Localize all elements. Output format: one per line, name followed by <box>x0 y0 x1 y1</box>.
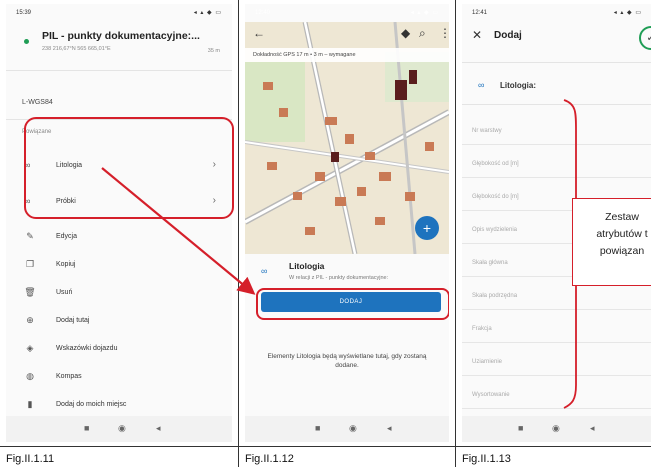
back-icon[interactable]: ◂ <box>387 423 392 434</box>
menu-item-label: Wskazówki dojazdu <box>56 345 118 352</box>
annotation-callout: Zestaw atrybutów t powiązan <box>572 198 651 286</box>
status-time: 12:40 <box>255 10 271 16</box>
status-icons: ◂ ▴ ◆ ▭ <box>410 10 439 16</box>
link-icon: ∞ <box>478 80 485 90</box>
android-nav-bar: ■ ◉ ◂ <box>245 416 449 442</box>
figure-2: ← ◆ ⌕ ⋮ 12:40 ◂ ▴ ◆ ▭ Dokładność GPS 17 … <box>238 0 455 467</box>
home-icon[interactable]: ◉ <box>118 423 126 434</box>
map-top-bar: ← ◆ ⌕ ⋮ <box>245 22 449 48</box>
divider <box>462 62 651 63</box>
trash-icon: 🗑 <box>24 287 36 297</box>
field-opis-wydzielenia[interactable]: Opis wydzielenia <box>472 227 517 233</box>
related-table-title: Litologia <box>289 261 325 271</box>
figure-caption: Fig.II.1.13 <box>456 446 651 467</box>
crs-label: L-WGS84 <box>22 99 53 106</box>
layers-icon[interactable]: ◆ <box>401 26 410 40</box>
field-underline <box>462 144 651 145</box>
callout-line-1: Zestaw <box>605 211 639 223</box>
status-time: 15:39 <box>16 10 32 16</box>
android-nav-bar: ■ ◉ ◂ <box>462 416 651 442</box>
callout-line-2: atrybutów t <box>596 228 648 240</box>
field-skala-podrzedna[interactable]: Skała podrzędna <box>472 293 517 299</box>
menu-item-moje-miejsca[interactable]: ▮ Dodaj do moich miejsc <box>6 394 232 418</box>
recents-icon[interactable]: ■ <box>315 423 320 433</box>
menu-item-kompas[interactable]: ◍ Kompas <box>6 366 232 390</box>
figure-3: 12:41 ◂ ▴ ◆ ▭ ✕ Dodaj ✓ ∞ Litologia: Nr … <box>455 0 651 467</box>
status-bar: 12:41 ◂ ▴ ◆ ▭ <box>472 8 642 22</box>
location-dot-icon <box>24 39 29 44</box>
android-nav-bar: ■ ◉ ◂ <box>6 416 232 442</box>
field-glebokosc-od[interactable]: Głębokość od [m] <box>472 161 519 167</box>
annotation-highlight-add <box>256 288 449 320</box>
back-icon[interactable]: ◂ <box>590 423 595 434</box>
bookmark-icon: ▮ <box>27 399 33 409</box>
field-uziarnienie[interactable]: Uziarnienie <box>472 359 502 365</box>
menu-item-kopiuj[interactable]: ❐ Kopiuj <box>6 254 232 278</box>
search-icon[interactable]: ⌕ <box>419 26 426 41</box>
status-bar: 12:40 ◂ ▴ ◆ ▭ <box>255 8 439 22</box>
feature-coords: 238 216,67°N 565 665,01°E <box>42 46 111 52</box>
field-underline <box>462 309 651 310</box>
home-icon[interactable]: ◉ <box>349 423 357 434</box>
link-icon: ∞ <box>261 266 268 276</box>
recents-icon[interactable]: ■ <box>518 423 523 433</box>
form-section-title: Litologia: <box>500 81 536 90</box>
directions-icon: ◈ <box>26 343 34 353</box>
confirm-check-icon[interactable]: ✓ <box>639 26 651 50</box>
feature-title: PIL - punkty dokumentacyjne:... <box>42 30 200 42</box>
menu-item-usun[interactable]: 🗑 Usuń <box>6 282 232 306</box>
phone-screen-1: 15:39 ◂ ▴ ◆ ▭ PIL - punkty dokumentacyjn… <box>6 4 232 442</box>
pencil-icon: ✎ <box>26 231 34 241</box>
field-underline <box>462 177 651 178</box>
menu-item-wskazowki[interactable]: ◈ Wskazówki dojazdu <box>6 338 232 362</box>
empty-state-text: Elementy Litologia będą wyświetlane tuta… <box>267 353 427 369</box>
close-icon[interactable]: ✕ <box>472 28 482 42</box>
divider <box>462 104 651 105</box>
menu-item-label: Dodaj tutaj <box>56 317 90 324</box>
divider <box>6 70 232 71</box>
field-nr-warstwy[interactable]: Nr warstwy <box>472 128 502 134</box>
add-circle-icon: ⊕ <box>26 315 34 325</box>
feature-distance: 35 m <box>207 48 220 54</box>
form-top-bar: ✕ Dodaj ✓ <box>462 22 651 50</box>
field-wysortowanie[interactable]: Wysortowanie <box>472 392 510 398</box>
figure-1: 15:39 ◂ ▴ ◆ ▭ PIL - punkty dokumentacyjn… <box>0 0 238 467</box>
home-icon[interactable]: ◉ <box>552 423 560 434</box>
more-vert-icon[interactable]: ⋮ <box>439 26 449 40</box>
field-underline <box>462 375 651 376</box>
menu-item-label: Dodaj do moich miejsc <box>56 401 127 408</box>
back-icon[interactable]: ◂ <box>156 423 161 434</box>
add-fab-button[interactable]: + <box>415 216 439 240</box>
field-frakcja[interactable]: Frakcja <box>472 326 492 332</box>
status-icons: ◂ ▴ ◆ ▭ <box>193 10 222 16</box>
callout-line-3: powiązan <box>599 245 645 257</box>
compass-icon: ◍ <box>26 371 34 381</box>
field-skala-glowna[interactable]: Skała główna <box>472 260 508 266</box>
related-table-subtitle: W relacji z PIL - punkty dokumentacyjne: <box>289 275 389 281</box>
figure-caption: Fig.II.1.12 <box>239 446 455 467</box>
figure-caption: Fig.II.1.11 <box>0 446 238 467</box>
menu-item-dodaj-tutaj[interactable]: ⊕ Dodaj tutaj <box>6 310 232 334</box>
menu-item-label: Edycja <box>56 233 78 240</box>
recents-icon[interactable]: ■ <box>84 423 89 433</box>
back-arrow-icon[interactable]: ← <box>253 26 265 40</box>
status-bar: 15:39 ◂ ▴ ◆ ▭ <box>16 8 222 22</box>
copy-icon: ❐ <box>25 259 35 269</box>
menu-item-label: Kompas <box>56 373 82 380</box>
field-glebokosc-do[interactable]: Głębokość do [m] <box>472 194 519 200</box>
field-underline <box>462 342 651 343</box>
menu-item-edycja[interactable]: ✎ Edycja <box>6 226 232 250</box>
form-title: Dodaj <box>494 30 522 41</box>
gps-accuracy-bar: Dokładność GPS 17 m • 3 m – wymagane <box>245 48 449 62</box>
annotation-highlight-related <box>24 117 234 219</box>
phone-screen-2: ← ◆ ⌕ ⋮ 12:40 ◂ ▴ ◆ ▭ Dokładność GPS 17 … <box>245 4 449 442</box>
field-underline <box>462 408 651 409</box>
status-icons: ◂ ▴ ◆ ▭ <box>613 10 642 16</box>
status-time: 12:41 <box>472 10 488 16</box>
menu-item-label: Usuń <box>56 289 73 296</box>
menu-item-label: Kopiuj <box>56 261 76 268</box>
